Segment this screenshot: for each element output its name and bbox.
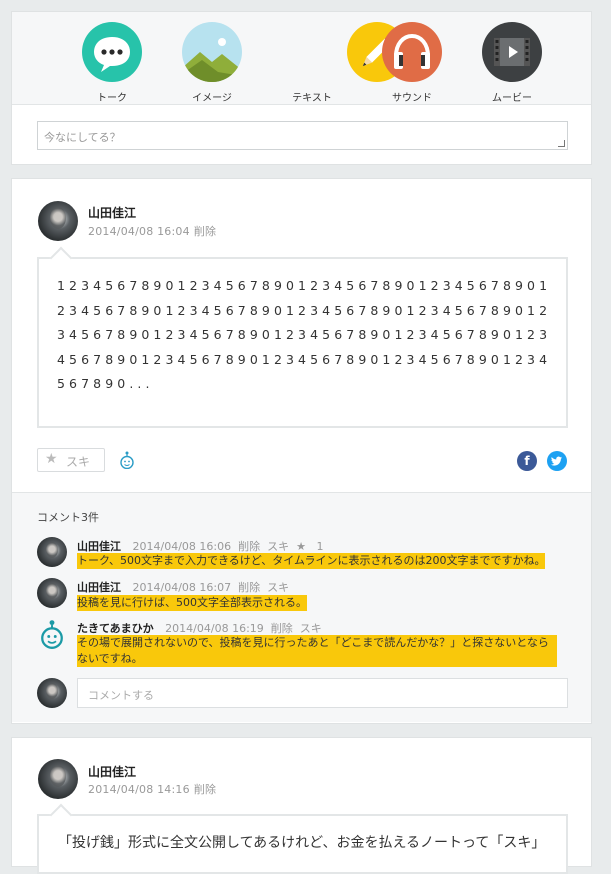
star-icon: ★ (45, 451, 58, 467)
type-movie-button[interactable]: ムービー (462, 22, 562, 104)
timeline-post: 山田佳江 2014/04/08 16:04 削除 1234567890123456… (11, 178, 592, 724)
comment-text: トーク、500文字まで入力できるけど、タイムラインに表示されるのは200文字まで… (77, 553, 546, 569)
type-image-button[interactable]: イメージ (162, 22, 262, 104)
comment-delete-link[interactable]: 削除 (271, 622, 293, 635)
delete-link[interactable]: 削除 (194, 225, 216, 238)
status-input[interactable]: 今なにしてる？ (37, 121, 568, 150)
talk-icon (82, 22, 142, 82)
avatar[interactable] (37, 578, 67, 608)
comment-delete-link[interactable]: 削除 (238, 540, 260, 553)
comment-datetime[interactable]: 2014/04/08 16:07 (133, 581, 232, 594)
delete-link[interactable]: 削除 (194, 783, 216, 796)
comment-like-count: ★ 1 (296, 540, 324, 553)
robot-icon[interactable] (119, 451, 135, 469)
post-meta: 2014/04/08 16:04 削除 (88, 223, 220, 239)
comment-like-link[interactable]: スキ (267, 581, 289, 594)
movie-icon (482, 22, 542, 82)
comment-input[interactable]: コメントする (77, 678, 568, 708)
comments-section: コメント3件 山田佳江 2014/04/08 16:06 削除 スキ ★ 1 トーク、… (12, 492, 591, 722)
post-body: 「投げ銭」形式に全文公開してあるけれど、お金を払えるノートって「スキ」 (37, 814, 568, 874)
type-movie-label: ムービー (492, 93, 532, 104)
post-author[interactable]: 山田佳江 (88, 204, 136, 221)
star-icon: ★ (296, 540, 306, 553)
like-button[interactable]: ★ スキ (37, 448, 105, 472)
image-icon (182, 22, 242, 82)
type-sound-label: サウンド (392, 93, 432, 104)
post-author[interactable]: 山田佳江 (88, 763, 136, 780)
comment-count: コメント3件 (37, 511, 99, 524)
comment-header: 山田佳江 2014/04/08 16:07 削除 スキ (77, 579, 296, 595)
post-body-text: 1234567890123456789012345678901234567890… (57, 278, 552, 391)
post-datetime[interactable]: 2014/04/08 16:04 (88, 225, 190, 238)
comment-text: 投稿を見に行けば、500文字全部表示される。 (77, 595, 307, 611)
type-talk-button[interactable]: トーク (62, 22, 162, 104)
post-meta: 2014/04/08 14:16 削除 (88, 781, 220, 797)
comment-delete-link[interactable]: 削除 (238, 581, 260, 594)
sound-icon (382, 22, 442, 82)
avatar[interactable] (37, 537, 67, 567)
comment-datetime[interactable]: 2014/04/08 16:06 (133, 540, 232, 553)
post-datetime[interactable]: 2014/04/08 14:16 (88, 783, 190, 796)
post-body-text: 「投げ銭」形式に全文公開してあるけれど、お金を払えるノートって「スキ」 (58, 835, 546, 851)
comment-author[interactable]: 山田佳江 (77, 581, 121, 594)
avatar[interactable] (38, 201, 78, 241)
type-text-button[interactable]: テキスト (262, 22, 407, 104)
type-talk-label: トーク (97, 93, 127, 104)
comment-like-link[interactable]: スキ (300, 622, 322, 635)
type-sound-button[interactable]: サウンド (362, 22, 462, 104)
comment-author[interactable]: たきてあまひか (77, 622, 154, 635)
like-button-label: スキ (66, 455, 91, 469)
comment-input-placeholder: コメントする (88, 689, 154, 702)
comment-header: 山田佳江 2014/04/08 16:06 削除 スキ ★ 1 (77, 538, 337, 554)
post-type-selector: トーク イメージ テキスト サウンド ムービー (12, 12, 591, 105)
avatar[interactable] (38, 759, 78, 799)
resize-handle-icon[interactable] (558, 140, 565, 147)
timeline-post: 山田佳江 2014/04/08 14:16 削除 「投げ銭」形式に全文公開してある… (11, 737, 592, 874)
comment-header: たきてあまひか 2014/04/08 16:19 削除 スキ (77, 620, 329, 636)
comment-like-link[interactable]: スキ (267, 540, 289, 553)
comment-datetime[interactable]: 2014/04/08 16:19 (165, 622, 264, 635)
avatar (37, 678, 67, 708)
comment-text: その場で展開されないので、投稿を見に行ったあと「どこまで読んだかな？」と探さない… (77, 635, 557, 667)
post-composer: トーク イメージ テキスト サウンド ムービー 今なにしてる？ (11, 11, 592, 165)
comment-author[interactable]: 山田佳江 (77, 540, 121, 553)
facebook-share-icon[interactable]: f (517, 451, 537, 471)
post-body: 1234567890123456789012345678901234567890… (37, 257, 568, 428)
status-input-placeholder: 今なにしてる？ (44, 131, 121, 144)
twitter-share-icon[interactable] (547, 451, 567, 471)
type-image-label: イメージ (192, 93, 232, 104)
type-text-label: テキスト (292, 93, 332, 104)
robot-avatar-icon[interactable] (39, 619, 65, 649)
